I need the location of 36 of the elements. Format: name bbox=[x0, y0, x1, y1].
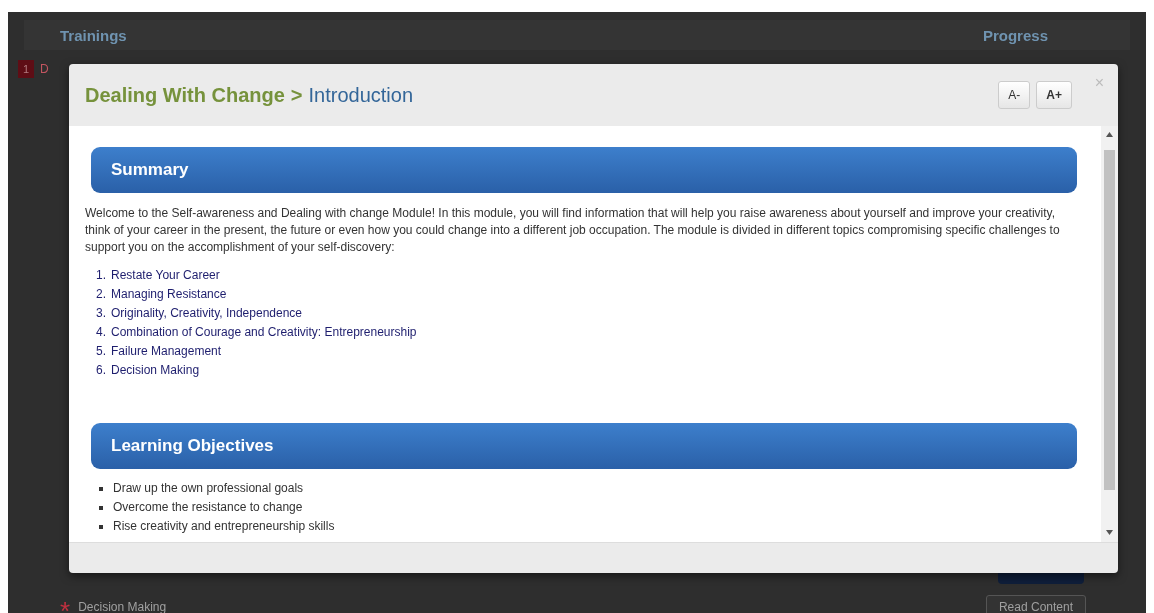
topic-item: Failure Management bbox=[111, 343, 222, 360]
list-number: 6. bbox=[96, 362, 106, 379]
objective-item: Draw up the own professional goals bbox=[113, 480, 304, 497]
topic-item: Decision Making bbox=[111, 362, 200, 379]
required-mark: * bbox=[60, 598, 71, 613]
column-header: Progress bbox=[982, 26, 1048, 44]
topic-item: Managing Resistance bbox=[111, 286, 227, 303]
number-badge: 1 bbox=[18, 60, 34, 78]
font-size-button[interactable]: A+ bbox=[1036, 81, 1072, 109]
objective-item: Overcome the resistance to change bbox=[113, 499, 303, 516]
topic-item: Originality, Creativity, Independence bbox=[111, 305, 302, 322]
section-header: Learning Objectives bbox=[91, 423, 1077, 469]
bullet-icon bbox=[99, 505, 103, 510]
bullet-icon bbox=[99, 486, 103, 491]
list-number: 3. bbox=[96, 305, 106, 322]
training-name: Decision Making bbox=[78, 600, 168, 613]
scroll-up-icon[interactable] bbox=[1106, 130, 1113, 140]
list-number: 5. bbox=[96, 343, 106, 360]
section-header: Summary bbox=[91, 147, 1077, 193]
objective-item: Rise creativity and entrepreneurship skills bbox=[113, 518, 335, 535]
list-number: 4. bbox=[96, 324, 106, 341]
page-title: Introduction bbox=[308, 83, 414, 107]
topic-item: Combination of Courage and Creativity: Entrepreneurship bbox=[111, 324, 417, 341]
scrollbar[interactable] bbox=[1101, 126, 1118, 542]
breadcrumb-separator: > bbox=[290, 83, 303, 107]
topic-item: Restate Your Career bbox=[111, 267, 220, 284]
list-number: 2. bbox=[96, 286, 106, 303]
read-content-button[interactable]: Read Content bbox=[985, 595, 1086, 613]
list-number: 1. bbox=[96, 267, 106, 284]
summary-paragraph: Welcome to the Self-awareness and Dealing with change Module! In this module, you will find information that will help you raise awareness about yourself and improve your creativity, think of your career in the present, the future or even how you could change into a different job occupation. The module is divided in different topics compromising specific challenges to support you on the accomplishment of your self-discovery: bbox=[85, 205, 1061, 256]
font-size-button[interactable]: A- bbox=[998, 81, 1031, 109]
column-header: Trainings bbox=[60, 26, 127, 44]
training-name: D bbox=[40, 62, 49, 76]
module-title: Dealing With Change bbox=[85, 83, 285, 107]
scroll-down-icon[interactable] bbox=[1106, 528, 1113, 538]
bullet-icon bbox=[99, 524, 103, 529]
